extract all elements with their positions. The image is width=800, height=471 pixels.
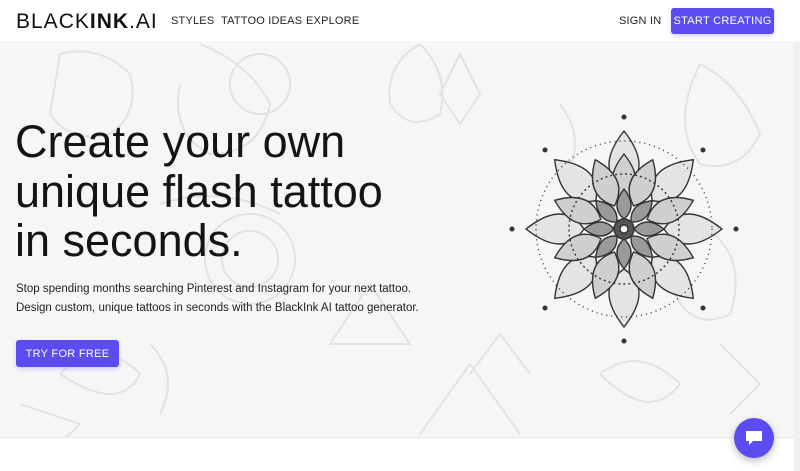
hero-subtitle: Stop spending months searching Pinterest…: [16, 280, 419, 318]
chat-bubble-icon: [746, 431, 762, 445]
logo-text-bold: INK: [89, 10, 130, 33]
scrollbar[interactable]: [794, 0, 800, 471]
chat-widget-button[interactable]: [734, 418, 774, 458]
next-section: [0, 437, 800, 471]
nav-link-explore[interactable]: EXPLORE: [306, 15, 359, 27]
hero-headline: Create your own unique flash tattoo in s…: [15, 117, 383, 266]
start-creating-button[interactable]: START CREATING: [671, 8, 774, 34]
mandala-illustration: [509, 114, 739, 344]
top-navigation: BLACKINK.AI STYLES TATTOO IDEAS EXPLORE …: [0, 0, 800, 43]
sign-in-link[interactable]: SIGN IN: [619, 15, 661, 27]
site-logo[interactable]: BLACKINK.AI: [16, 10, 158, 34]
logo-text-suffix: .AI: [129, 10, 158, 33]
nav-link-tattoo-ideas[interactable]: TATTOO IDEAS: [221, 15, 302, 27]
headline-line: Create your own: [15, 116, 346, 167]
headline-line: in seconds.: [15, 215, 243, 266]
subtitle-line: Design custom, unique tattoos in seconds…: [16, 302, 419, 314]
logo-text-light: BLACK: [16, 10, 90, 33]
headline-line: unique flash tattoo: [15, 165, 383, 217]
subtitle-line: Stop spending months searching Pinterest…: [16, 283, 412, 295]
try-for-free-button[interactable]: TRY FOR FREE: [16, 340, 119, 367]
hero-section: Create your own unique flash tattoo in s…: [0, 44, 800, 437]
nav-link-styles[interactable]: STYLES: [171, 15, 214, 27]
